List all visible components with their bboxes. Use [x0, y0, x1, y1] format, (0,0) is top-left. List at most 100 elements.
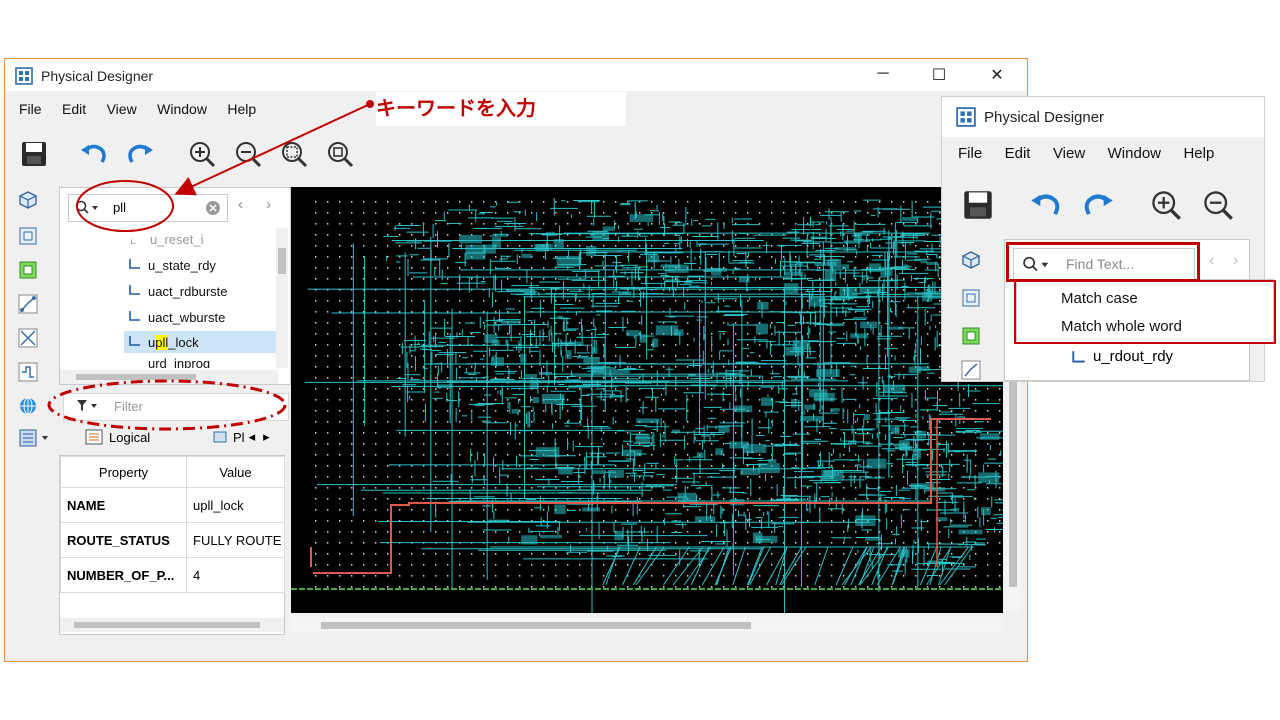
inset-chip-icon[interactable] [960, 287, 982, 309]
annotation-box-search [1006, 242, 1200, 282]
save-icon[interactable] [19, 139, 49, 169]
timing-icon[interactable] [17, 361, 39, 383]
property-value: 4 [186, 557, 285, 593]
close-button[interactable]: ✕ [987, 65, 1007, 85]
routing-icon[interactable] [17, 327, 39, 349]
search-icon [75, 200, 101, 221]
prev-result-icon[interactable]: ‹ [238, 196, 243, 213]
inset-zoom-out-icon[interactable] [1200, 187, 1236, 223]
redo-icon[interactable] [125, 139, 155, 169]
tree-item[interactable]: ⌞ u_reset_i [130, 228, 203, 250]
layout-canvas[interactable] [291, 187, 1003, 613]
title-bar: Physical Designer ─ ☐ ✕ [5, 59, 1027, 91]
inset-app-icon [956, 107, 976, 132]
logical-icon [85, 429, 103, 445]
clear-icon[interactable] [205, 200, 221, 221]
scroll-thumb[interactable] [321, 622, 751, 629]
zoom-in-icon[interactable] [187, 139, 217, 169]
filter-box[interactable]: Filter [63, 393, 289, 421]
tree-item[interactable]: u_state_rdy [128, 254, 216, 276]
table-header: Property Value [60, 456, 285, 488]
zoom-select-icon[interactable] [325, 139, 355, 169]
tab-physical[interactable]: Pl ◂ ▸ [211, 425, 270, 449]
menu-edit[interactable]: Edit [62, 101, 86, 117]
inset-redo-icon[interactable] [1080, 187, 1116, 223]
menu-view[interactable]: View [107, 101, 137, 117]
device-icon[interactable] [17, 259, 39, 281]
tree-item[interactable]: uact_rdburste [128, 280, 228, 302]
main-window: Physical Designer ─ ☐ ✕ File Edit View W… [4, 58, 1028, 662]
undo-icon[interactable] [79, 139, 109, 169]
menu-bar: File Edit View Window Help [19, 101, 272, 119]
tab-logical[interactable]: Logical [85, 425, 150, 449]
netlist-icon[interactable] [17, 293, 39, 315]
inset-menu-help[interactable]: Help [1183, 145, 1214, 162]
routing-view[interactable] [291, 187, 1003, 613]
chip-icon[interactable] [17, 225, 39, 247]
header-property[interactable]: Property [60, 456, 187, 488]
inset-device-icon[interactable] [960, 325, 982, 347]
properties-table: Property Value NAME upll_lock ROUTE_STAT… [60, 456, 285, 593]
scroll-thumb[interactable] [76, 374, 196, 380]
search-box[interactable]: pll [68, 194, 228, 222]
table-row[interactable]: NUMBER_OF_P... 4 [60, 557, 285, 593]
tree-item[interactable]: urd_inprog [128, 356, 210, 368]
props-hscrollbar[interactable] [60, 618, 284, 632]
maximize-button[interactable]: ☐ [929, 65, 949, 85]
table-row[interactable]: ROUTE_STATUS FULLY ROUTE [60, 522, 285, 558]
property-name: ROUTE_STATUS [60, 522, 187, 558]
search-input[interactable]: pll [113, 200, 126, 215]
scroll-thumb[interactable] [278, 248, 286, 274]
table-row[interactable]: NAME upll_lock [60, 487, 285, 523]
tab-scroll-left-icon[interactable]: ◂ [249, 429, 256, 445]
inset-3d-view-icon[interactable] [960, 249, 982, 271]
filter-input[interactable]: Filter [114, 399, 143, 414]
scroll-thumb[interactable] [1009, 377, 1017, 587]
tree-hscrollbar[interactable] [60, 370, 278, 384]
property-value: upll_lock [186, 487, 285, 523]
inset-prev-icon[interactable]: ‹ [1209, 252, 1214, 270]
zoom-out-icon[interactable] [233, 139, 263, 169]
physical-icon [213, 431, 227, 443]
menu-file[interactable]: File [19, 101, 42, 117]
menu-help[interactable]: Help [227, 101, 256, 117]
inset-menu-view[interactable]: View [1053, 145, 1085, 162]
inset-netlist-icon[interactable] [960, 359, 982, 381]
globe-icon[interactable] [17, 395, 39, 417]
menu-window[interactable]: Window [157, 101, 207, 117]
tree-item-selected[interactable]: u pll _lock [124, 331, 278, 353]
minimize-button[interactable]: ─ [873, 65, 893, 85]
layout-menu-icon[interactable] [17, 427, 53, 449]
filter-icon [76, 399, 100, 418]
tab-scroll-right-icon[interactable]: ▸ [263, 429, 270, 445]
tree-vscrollbar[interactable] [276, 228, 288, 368]
canvas-hscrollbar[interactable] [291, 617, 1003, 633]
zoom-fit-icon[interactable] [279, 139, 309, 169]
property-name: NAME [60, 487, 187, 523]
annotation-box-options [1014, 280, 1276, 344]
inset-menu-file[interactable]: File [958, 145, 982, 162]
3d-view-icon[interactable] [17, 189, 39, 211]
window-title: Physical Designer [41, 68, 154, 84]
inset-tree-item[interactable]: u_rdout_rdy [1069, 348, 1173, 365]
next-result-icon[interactable]: › [266, 196, 271, 213]
inset-next-icon[interactable]: › [1233, 252, 1238, 270]
inset-save-icon[interactable] [960, 187, 996, 223]
inset-zoom-in-icon[interactable] [1148, 187, 1184, 223]
header-value[interactable]: Value [186, 456, 285, 488]
tree-item[interactable]: uact_wburste [128, 306, 225, 328]
property-value: FULLY ROUTE [186, 522, 285, 558]
inset-menu-bar: File Edit View Window Help [958, 145, 1230, 163]
inset-menu-edit[interactable]: Edit [1005, 145, 1031, 162]
net-icon [128, 283, 148, 300]
scroll-thumb[interactable] [74, 622, 260, 628]
net-icon: ⌞ [130, 231, 137, 246]
inset-undo-icon[interactable] [1028, 187, 1064, 223]
inset-window-title: Physical Designer [984, 109, 1105, 126]
annotation-label: キーワードを入力 [376, 92, 626, 126]
net-icon [1072, 350, 1085, 362]
app-icon [15, 67, 33, 90]
net-icon [128, 309, 148, 326]
inset-menu-window[interactable]: Window [1108, 145, 1161, 162]
net-icon [128, 257, 148, 274]
